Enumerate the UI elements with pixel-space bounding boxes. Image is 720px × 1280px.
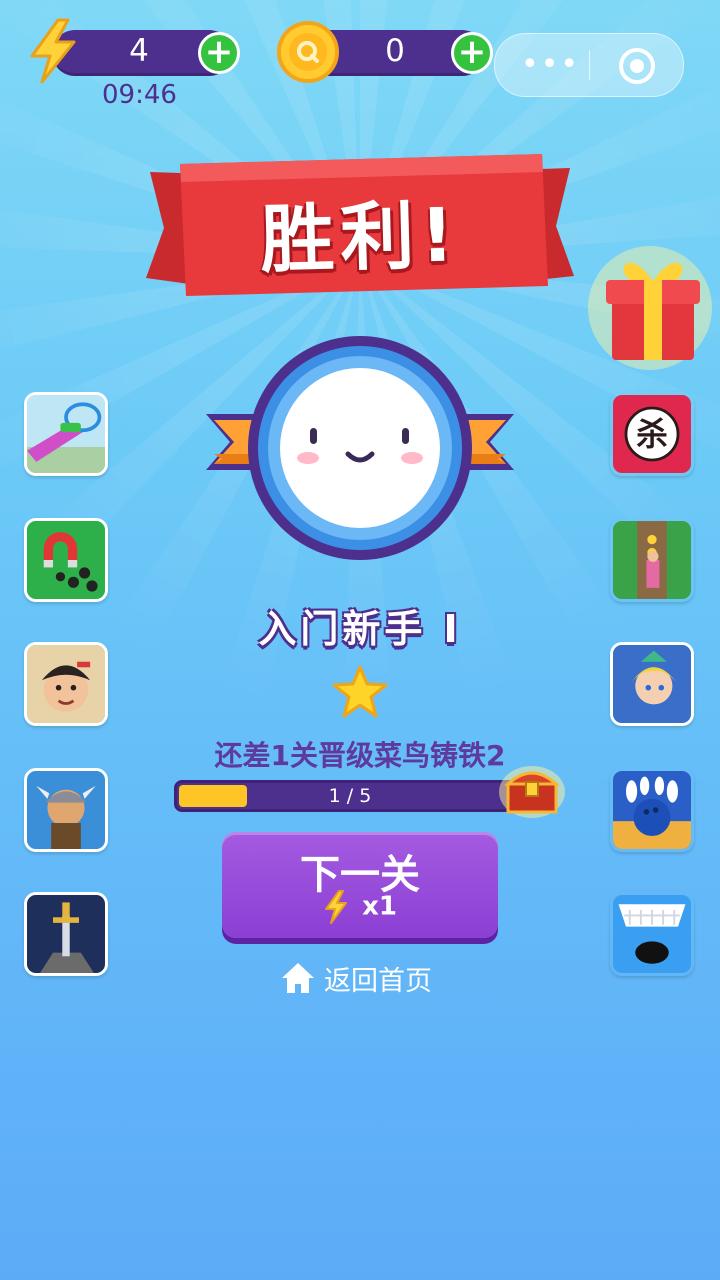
next-level-hint: 还差1关晋级菜鸟铸铁2	[214, 739, 506, 772]
magnet-balls-game[interactable]	[24, 518, 108, 602]
hole-blocks-game[interactable]	[610, 892, 694, 976]
next-level-button[interactable]: 下一关 x1	[222, 832, 498, 938]
rank-progress-text: 1 / 5	[328, 785, 372, 807]
racing-ramp-game[interactable]	[24, 392, 108, 476]
victory-title: 胜利!	[259, 192, 462, 284]
energy-cost-value: x1	[362, 891, 397, 922]
kill-target-game-icon: 杀	[613, 395, 691, 473]
coin-value: 0	[385, 33, 405, 69]
plus-icon: +	[457, 31, 487, 72]
subway-runner-game-icon	[613, 521, 691, 599]
coin-icon	[277, 21, 339, 83]
sword-stone-game[interactable]	[24, 892, 108, 976]
sword-stone-game-icon	[27, 895, 105, 973]
kill-glyph: 杀	[636, 417, 668, 453]
return-home-label: 返回首页	[324, 965, 432, 997]
home-icon	[282, 963, 314, 993]
lightning-icon	[30, 18, 76, 84]
viking-warrior-game[interactable]	[24, 768, 108, 852]
viking-warrior-game-icon	[27, 771, 105, 849]
plus-icon: +	[204, 31, 234, 72]
capsule-divider	[589, 50, 590, 80]
return-home-button[interactable]: 返回首页	[280, 958, 432, 998]
gift-icon[interactable]	[580, 228, 720, 378]
star-icon	[332, 665, 388, 718]
rank-title: 入门新手 I	[258, 607, 462, 651]
bowling-game[interactable]	[610, 768, 694, 852]
subway-runner-game[interactable]	[610, 518, 694, 602]
magnet-balls-game-icon	[27, 521, 105, 599]
bowling-game-icon	[613, 771, 691, 849]
lightning-icon	[325, 890, 348, 924]
energy-timer: 09:46	[102, 80, 177, 110]
cartoon-boy-game-icon	[27, 645, 105, 723]
energy-value: 4	[129, 33, 149, 69]
miniprogram-capsule: •••	[494, 33, 684, 97]
hole-blocks-game-icon	[613, 895, 691, 973]
treasure-chest-icon	[499, 766, 565, 818]
energy-cost: x1	[222, 890, 498, 924]
rank-badge	[206, 336, 514, 560]
fantasy-hero-game[interactable]	[610, 642, 694, 726]
add-coins-button[interactable]: +	[451, 32, 493, 74]
close-miniprogram-button[interactable]	[619, 48, 655, 84]
kill-target-game[interactable]: 杀	[610, 392, 694, 476]
cartoon-boy-game[interactable]	[24, 642, 108, 726]
fantasy-hero-game-icon	[613, 645, 691, 723]
racing-ramp-game-icon	[27, 395, 105, 473]
add-energy-button[interactable]: +	[198, 32, 240, 74]
more-menu-button[interactable]: •••	[521, 50, 580, 80]
